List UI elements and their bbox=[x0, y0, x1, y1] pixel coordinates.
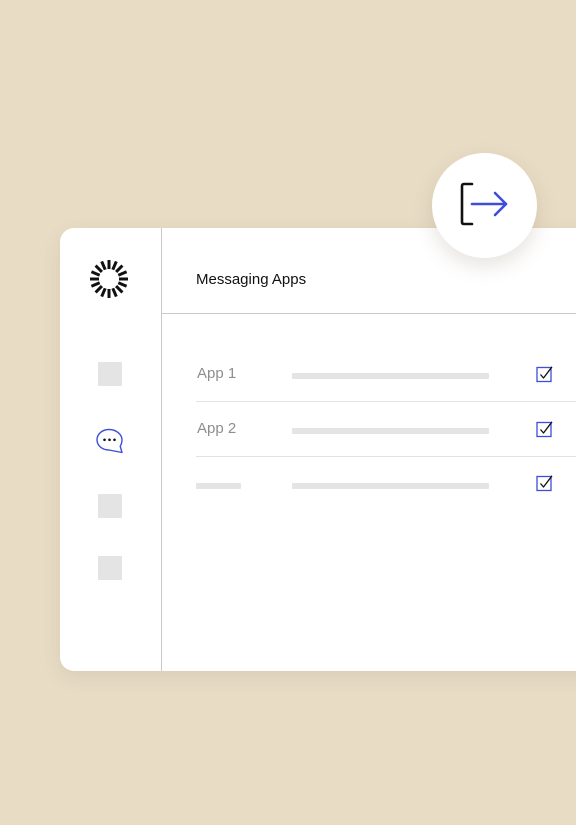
checkbox-checked-icon[interactable] bbox=[536, 420, 554, 438]
sign-out-button[interactable] bbox=[432, 153, 537, 258]
sunburst-logo-icon bbox=[90, 260, 128, 298]
checkbox-checked-icon[interactable] bbox=[536, 474, 554, 492]
app-description-placeholder bbox=[292, 428, 489, 434]
page-title: Messaging Apps bbox=[196, 271, 307, 288]
app-description-placeholder bbox=[292, 373, 489, 379]
list-item[interactable] bbox=[196, 456, 576, 510]
sign-out-icon bbox=[460, 182, 508, 226]
app-label: App 2 bbox=[197, 420, 237, 437]
app-description-placeholder bbox=[292, 483, 489, 489]
list-item[interactable]: App 1 bbox=[196, 347, 576, 402]
chat-bubble-icon[interactable] bbox=[95, 427, 125, 455]
sidebar-item-3[interactable] bbox=[98, 494, 122, 518]
app-window: Messaging Apps App 1 App 2 bbox=[60, 228, 576, 671]
main-content: Messaging Apps App 1 App 2 bbox=[162, 228, 576, 671]
list-item[interactable]: App 2 bbox=[196, 402, 576, 457]
sidebar-item-4[interactable] bbox=[98, 556, 122, 580]
checkbox-checked-icon[interactable] bbox=[536, 365, 554, 383]
sidebar-item-1[interactable] bbox=[98, 362, 122, 386]
sidebar bbox=[60, 228, 162, 671]
app-label-placeholder bbox=[196, 483, 241, 489]
app-label: App 1 bbox=[197, 365, 237, 382]
